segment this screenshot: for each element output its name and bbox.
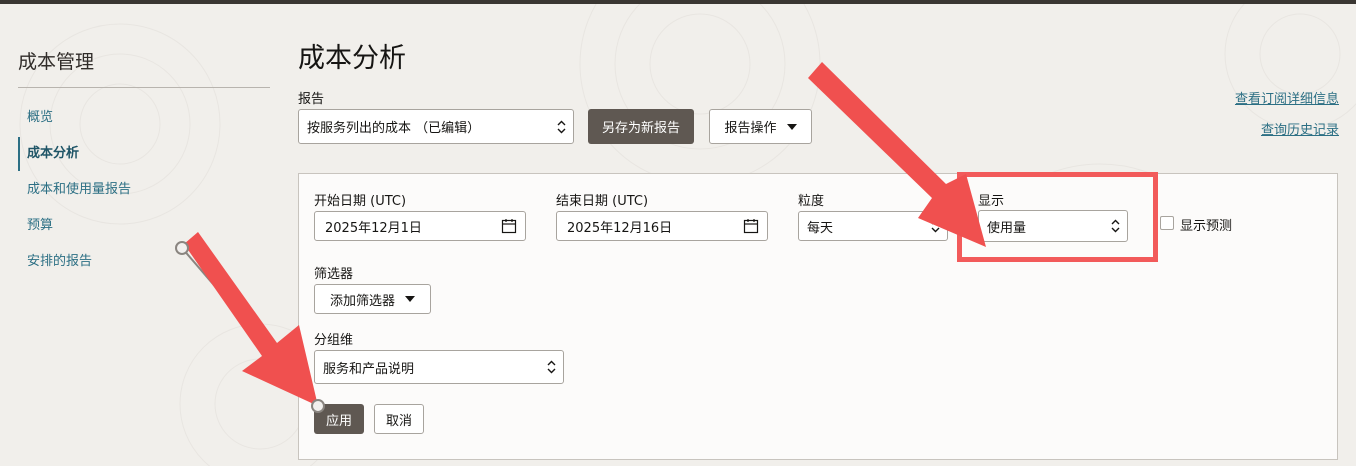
chevron-updown-icon	[557, 120, 566, 133]
sidebar-divider	[18, 87, 270, 88]
start-date-label: 开始日期 (UTC)	[314, 194, 407, 209]
report-select[interactable]: 按服务列出的成本 （已编辑）	[298, 109, 574, 144]
cancel-button[interactable]: 取消	[374, 404, 424, 434]
end-date-value: 2025年12月16日	[567, 220, 673, 236]
chevron-updown-icon	[931, 219, 940, 233]
show-select[interactable]: 使用量	[978, 210, 1128, 242]
caret-down-icon	[405, 296, 415, 302]
apply-button[interactable]: 应用	[314, 404, 364, 434]
granularity-value: 每天	[807, 220, 834, 236]
end-date-input[interactable]: 2025年12月16日	[556, 211, 768, 241]
group-by-value: 服务和产品说明	[323, 361, 415, 377]
show-value: 使用量	[987, 220, 1027, 236]
report-select-value: 按服务列出的成本 （已编辑）	[307, 121, 481, 136]
chevron-updown-icon	[547, 360, 556, 374]
report-actions-button[interactable]: 报告操作	[709, 109, 812, 144]
filter-label: 筛选器	[314, 267, 354, 282]
report-label: 报告	[298, 92, 325, 107]
chevron-updown-icon	[1111, 219, 1120, 233]
query-history-link[interactable]: 查询历史记录	[1235, 119, 1339, 138]
start-date-value: 2025年12月1日	[325, 220, 422, 236]
sidebar-item-overview[interactable]: 概览	[18, 100, 270, 136]
calendar-icon[interactable]	[501, 218, 517, 234]
sidebar-title: 成本管理	[18, 51, 95, 73]
start-date-input[interactable]: 2025年12月1日	[314, 211, 526, 241]
sidebar-nav: 概览 成本分析 成本和使用量报告 预算 安排的报告	[18, 100, 270, 280]
view-subscription-details-link[interactable]: 查看订阅详细信息	[1235, 88, 1339, 107]
sidebar-item-cost-analysis[interactable]: 成本分析	[18, 136, 270, 172]
sidebar-item-budgets[interactable]: 预算	[18, 208, 270, 244]
group-by-label: 分组维	[314, 333, 354, 348]
end-date-label: 结束日期 (UTC)	[556, 194, 649, 209]
sidebar-item-cost-usage-reports[interactable]: 成本和使用量报告	[18, 172, 270, 208]
group-by-select[interactable]: 服务和产品说明	[314, 350, 564, 384]
page-title: 成本分析	[298, 43, 406, 74]
add-filter-label: 添加筛选器	[329, 293, 395, 309]
show-label: 显示	[978, 194, 1005, 209]
granularity-select[interactable]: 每天	[798, 211, 948, 241]
calendar-icon[interactable]	[743, 218, 759, 234]
header-links: 查看订阅详细信息 查询历史记录	[1235, 88, 1339, 150]
granularity-label: 粒度	[798, 194, 825, 209]
caret-down-icon	[786, 123, 797, 130]
report-actions-label: 报告操作	[724, 121, 777, 136]
sidebar-item-scheduled-reports[interactable]: 安排的报告	[18, 244, 270, 280]
save-as-new-report-button[interactable]: 另存为新报告	[588, 109, 694, 144]
show-forecast-checkbox[interactable]	[1160, 216, 1174, 230]
show-forecast-label[interactable]: 显示预测	[1180, 215, 1232, 234]
add-filter-button[interactable]: 添加筛选器	[314, 284, 431, 314]
